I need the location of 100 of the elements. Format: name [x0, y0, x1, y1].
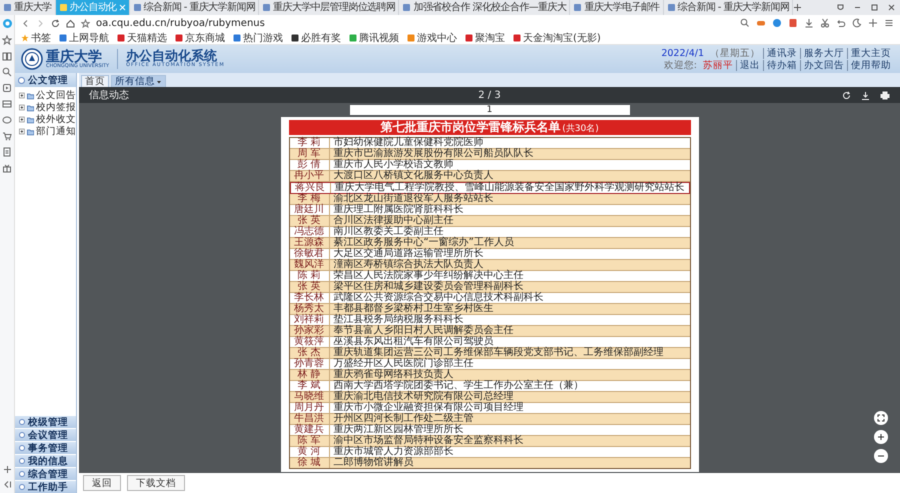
back-icon[interactable] [21, 18, 30, 28]
sidebar-section[interactable]: 校级管理 [15, 415, 76, 428]
search-icon[interactable] [740, 18, 750, 28]
sidebar-header[interactable]: 公文管理 [15, 73, 76, 87]
site-icon [407, 34, 415, 42]
menu-icon[interactable] [884, 18, 894, 28]
bookmark-link[interactable]: 腾讯视频 [359, 30, 399, 44]
nav-tab[interactable]: 所有信息 [111, 75, 166, 87]
position-cell-text: 合川区法律援助中心副主任 [332, 216, 454, 226]
action-button[interactable]: 返回 [83, 475, 121, 491]
bookmark-link[interactable]: 京东商城 [185, 30, 225, 44]
bookmark-link[interactable]: 聚淘宝 [475, 30, 505, 44]
name-cell: 李 莉 [290, 138, 330, 148]
circle-icon [19, 419, 25, 425]
bookmark-link[interactable]: 上网导航 [69, 30, 109, 44]
tree-item[interactable]: 校外收文 [19, 114, 76, 125]
bookmark-link[interactable]: 天猫精选 [127, 30, 167, 44]
zoom-in-icon[interactable] [874, 430, 888, 444]
header-link[interactable]: 重大主页 [847, 48, 894, 58]
sidebar-header-label: 公文管理 [28, 74, 68, 86]
name-cell: 马晓维 [290, 392, 330, 402]
bookmark-link[interactable]: 热门游戏 [243, 30, 283, 44]
square-icon[interactable] [788, 18, 798, 28]
plus-icon[interactable] [2, 465, 12, 474]
star-icon[interactable] [2, 35, 12, 45]
zoom-out-icon[interactable] [874, 449, 888, 463]
shield-icon[interactable] [836, 3, 845, 12]
reload-icon[interactable] [51, 18, 60, 28]
page-icon [58, 3, 68, 12]
position-cell-text: 重庆鸦雀母网络科技负责人 [332, 370, 454, 380]
new-tab-icon[interactable] [793, 3, 802, 12]
home-icon[interactable] [66, 18, 75, 28]
expand-icon[interactable] [19, 128, 25, 135]
expand-icon[interactable] [19, 92, 25, 99]
action-button[interactable]: 下载文档 [127, 475, 185, 491]
print-icon[interactable] [880, 90, 890, 100]
viewer-title: 信息动态 [89, 90, 129, 101]
sidebar-section[interactable]: 会议管理 [15, 428, 76, 441]
plus-icon[interactable] [868, 18, 878, 28]
collapse-icon[interactable] [2, 480, 12, 489]
name-cell: 杨秀太 [290, 304, 330, 314]
sidebar-section[interactable]: 综合管理 [15, 467, 76, 480]
sidebar-section-label: 我的信息 [28, 454, 68, 468]
browser-logo-icon[interactable] [2, 18, 12, 29]
position-cell-text: 武隆区公共资源综合交易中心信息技术科副科长 [332, 293, 544, 303]
bookmark-link[interactable]: 必胜有奖 [301, 30, 341, 44]
header-link[interactable]: 办文回告 [800, 60, 847, 70]
bookmark-link[interactable]: 天金淘淘宝(无影) [523, 30, 601, 44]
name-cell: 牛昌洪 [290, 414, 330, 424]
maximize-icon[interactable] [870, 3, 879, 12]
nav-tab[interactable]: 首页 [81, 75, 109, 87]
system-title: 办公自动化系统 [126, 50, 218, 63]
moon-icon[interactable] [852, 18, 862, 28]
chat-icon[interactable] [2, 115, 12, 125]
download-icon[interactable] [804, 18, 814, 28]
name-cell: 林 静 [290, 370, 330, 380]
window-icon[interactable] [2, 99, 12, 109]
circle-icon[interactable] [772, 18, 782, 28]
search-icon[interactable] [2, 67, 12, 77]
position-cell-text: 重庆市人民小学校语文教师 [332, 160, 454, 170]
fit-page-icon[interactable] [874, 411, 888, 425]
site-icon [233, 34, 241, 42]
position-cell-text: 梁平区住房和城乡建设委员会管理科副科长 [332, 282, 524, 292]
gift-icon[interactable] [2, 163, 12, 173]
position-cell-text: 大渡口区八桥镇文化服务中心负责人 [332, 171, 494, 181]
site-icon [175, 34, 183, 42]
tree-item[interactable]: 部门通知 [19, 126, 76, 137]
book-icon[interactable] [2, 51, 12, 61]
rotate-icon[interactable] [842, 90, 851, 100]
site-icon [513, 34, 521, 42]
bookmark-link[interactable]: 书签 [31, 30, 51, 44]
square-icon[interactable] [2, 83, 12, 93]
header-link[interactable]: 服务大厅 [800, 48, 847, 58]
sidebar-section[interactable]: 我的信息 [15, 454, 76, 467]
count-text: (共30名) [562, 122, 599, 136]
header-link[interactable]: 使用帮助 [847, 60, 894, 70]
cart-icon[interactable] [2, 131, 12, 141]
close-icon[interactable] [887, 3, 896, 12]
header-link[interactable]: 通讯录 [763, 48, 800, 58]
sidebar-section[interactable]: 工作助手 [15, 480, 76, 493]
tree-item[interactable]: 公文回告 [19, 90, 76, 101]
header-link[interactable]: 待办箱 [763, 60, 800, 70]
name-cell: 徐 城 [290, 458, 330, 468]
address-field[interactable]: oa.cqu.edu.cn/rubyoa/rubymenus [96, 18, 734, 28]
name-cell: 陈 军 [290, 436, 330, 446]
position-cell-text: 重庆大学电气工程学院教授、雪峰山能源装备安全国家野外科学观测研究站站长 [334, 183, 686, 193]
scissors-icon[interactable] [820, 18, 830, 28]
star-icon[interactable] [81, 18, 90, 28]
document-icon[interactable] [2, 147, 12, 157]
expand-icon[interactable] [19, 104, 25, 111]
gamepad-icon[interactable] [756, 18, 766, 28]
sidebar-section[interactable]: 事务管理 [15, 441, 76, 454]
position-cell-text: 市妇幼保健院儿童保健科党院医师 [332, 138, 484, 148]
page-indicator: 2 / 3 [478, 90, 501, 100]
tree-item[interactable]: 校内签报 [19, 102, 76, 113]
header-link[interactable]: 退出 [736, 60, 763, 70]
undo-icon[interactable] [836, 18, 846, 28]
bookmark-link[interactable]: 游戏中心 [417, 30, 457, 44]
expand-icon[interactable] [19, 116, 25, 123]
name-cell: 李 梅 [290, 194, 330, 204]
